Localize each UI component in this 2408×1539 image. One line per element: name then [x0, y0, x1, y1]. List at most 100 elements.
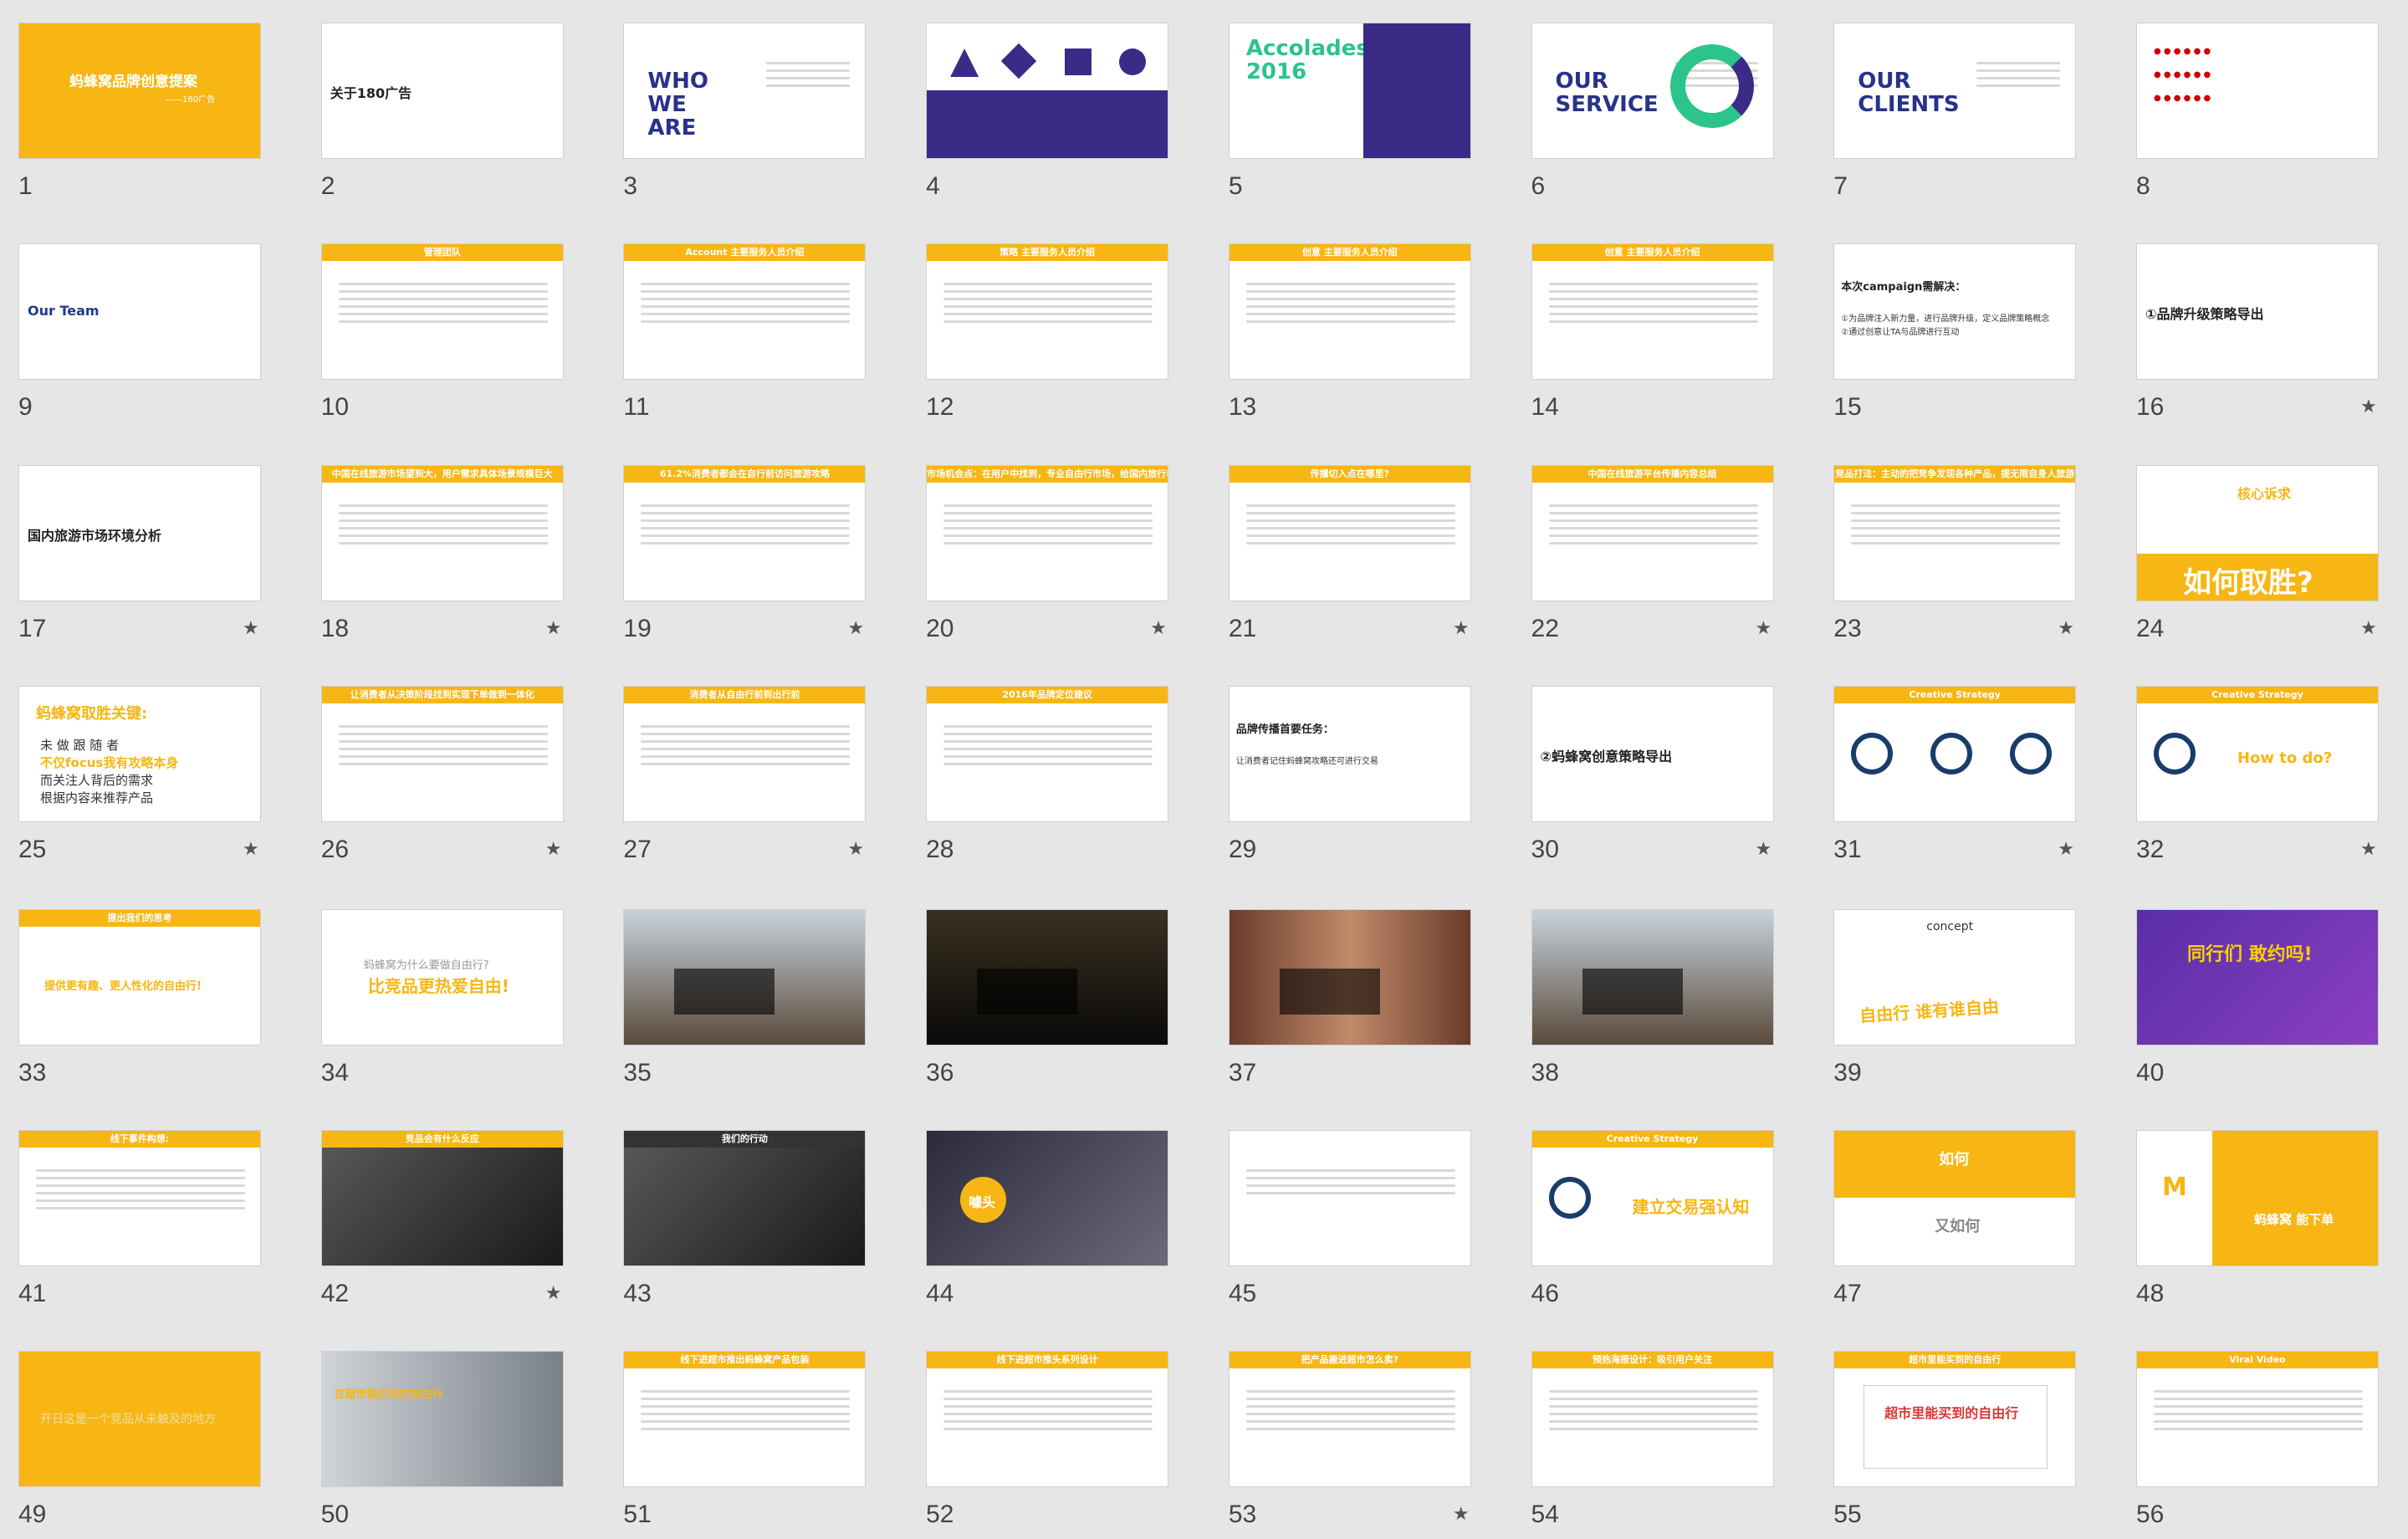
- slide-thumbnail-39[interactable]: concept 自由行 谁有谁自由 39: [1815, 887, 2118, 1108]
- slide-preview[interactable]: 2016年品牌定位建议: [926, 686, 1169, 823]
- slide-preview[interactable]: OUR SERVICE: [1531, 23, 1774, 159]
- slide-preview[interactable]: 61.2%消费者都会在自行前访问旅游攻略: [623, 464, 867, 601]
- slide-preview[interactable]: Creative Strategy 建立交易强认知: [1531, 1129, 1774, 1266]
- slide-preview[interactable]: 把产品搬进超市怎么卖?: [1228, 1351, 1471, 1488]
- slide-preview[interactable]: [926, 908, 1169, 1046]
- slide-thumbnail-46[interactable]: Creative Strategy 建立交易强认知 46: [1513, 1107, 1816, 1329]
- slide-preview[interactable]: [926, 23, 1169, 159]
- slide-thumbnail-37[interactable]: 37: [1210, 887, 1513, 1108]
- slide-thumbnail-19[interactable]: 61.2%消费者都会在自行前访问旅游攻略 19 ★: [605, 442, 907, 664]
- slide-preview[interactable]: 品牌传播首要任务： 让消费者记住蚂蜂窝攻略还可进行交易: [1228, 686, 1471, 823]
- slide-thumbnail-48[interactable]: M 蚂蜂窝 能下单 48: [2118, 1107, 2408, 1329]
- slide-preview[interactable]: 让消费者从决策阶段找到实现下单做到一体化: [320, 686, 564, 823]
- slide-preview[interactable]: 竞品会有什么反应: [320, 1129, 564, 1266]
- slide-thumbnail-29[interactable]: 品牌传播首要任务： 让消费者记住蚂蜂窝攻略还可进行交易 29: [1210, 663, 1513, 885]
- slide-preview[interactable]: 市场机会点：在用户中找到，专业自由行市场，给国内旅行者服务: [926, 464, 1169, 601]
- slide-preview[interactable]: 线下进超市推头系列设计: [926, 1351, 1169, 1488]
- slide-preview[interactable]: 本次campaign需解决： ①为品牌注入新力量，进行品牌升级，定义品牌策略概念…: [1833, 243, 2077, 381]
- slide-preview[interactable]: [623, 908, 867, 1046]
- slide-preview[interactable]: 线下事件构想:: [18, 1129, 261, 1266]
- slide-thumbnail-3[interactable]: WHO WE ARE 3: [605, 0, 907, 222]
- slide-preview[interactable]: 关于180广告: [320, 23, 564, 159]
- slide-thumbnail-7[interactable]: OUR CLIENTS 7: [1815, 0, 2118, 222]
- slide-thumbnail-38[interactable]: 38: [1513, 887, 1816, 1108]
- slide-preview[interactable]: 创意 主要服务人员介绍: [1531, 243, 1774, 381]
- slide-preview[interactable]: 创意 主要服务人员介绍: [1228, 243, 1471, 381]
- slide-thumbnail-15[interactable]: 本次campaign需解决： ①为品牌注入新力量，进行品牌升级，定义品牌策略概念…: [1815, 221, 2118, 442]
- slide-preview[interactable]: 竞品打法：主动的把竞争发现各种产品，提无限自身人旅游: [1833, 464, 2077, 601]
- slide-thumbnail-32[interactable]: Creative Strategy How to do? 32 ★: [2118, 663, 2408, 885]
- slide-thumbnail-22[interactable]: 中国在线旅游平台传播内容总结 22 ★: [1513, 442, 1816, 664]
- slide-thumbnail-10[interactable]: 管理团队 10: [303, 221, 606, 442]
- slide-thumbnail-36[interactable]: 36: [907, 887, 1210, 1108]
- slide-thumbnail-44[interactable]: 噱头 44: [907, 1107, 1210, 1329]
- slide-preview[interactable]: 如何 又如何: [1833, 1129, 2077, 1266]
- slide-thumbnail-16[interactable]: ①品牌升级策略导出 16 ★: [2118, 221, 2408, 442]
- slide-thumbnail-54[interactable]: 预热海报设计：吸引用户关注 54: [1513, 1328, 1816, 1539]
- slide-thumbnail-40[interactable]: 同行们 敢约吗! 40: [2118, 887, 2408, 1108]
- slide-thumbnail-43[interactable]: 我们的行动 43: [605, 1107, 907, 1329]
- slide-thumbnail-42[interactable]: 竞品会有什么反应 42 ★: [303, 1107, 606, 1329]
- slide-thumbnail-33[interactable]: 提出我们的思考 提供更有趣、更人性化的自由行! 33: [0, 887, 303, 1108]
- slide-preview[interactable]: Creative Strategy: [1833, 686, 2077, 823]
- slide-preview[interactable]: ①品牌升级策略导出: [2135, 243, 2379, 381]
- slide-preview[interactable]: ● ● ● ● ● ● ● ● ● ● ● ● ● ● ● ● ● ●: [2135, 23, 2379, 159]
- slide-preview[interactable]: concept 自由行 谁有谁自由: [1833, 908, 2077, 1046]
- slide-thumbnail-24[interactable]: 核心诉求 如何取胜? 24 ★: [2118, 442, 2408, 664]
- slide-thumbnail-34[interactable]: 蚂蜂窝为什么要做自由行? 比竞品更热爱自由! 34: [303, 887, 606, 1108]
- slide-preview[interactable]: Accolades 2016: [1228, 23, 1471, 159]
- slide-preview[interactable]: WHO WE ARE: [623, 23, 867, 159]
- slide-preview[interactable]: 提出我们的思考 提供更有趣、更人性化的自由行!: [18, 908, 261, 1046]
- slide-thumbnail-49[interactable]: 开日这是一个竞品从未触及的地方 49: [0, 1328, 303, 1539]
- slide-preview[interactable]: [1228, 908, 1471, 1046]
- slide-thumbnail-53[interactable]: 把产品搬进超市怎么卖? 53 ★: [1210, 1328, 1513, 1539]
- slide-thumbnail-8[interactable]: ● ● ● ● ● ● ● ● ● ● ● ● ● ● ● ● ● ● 8: [2118, 0, 2408, 222]
- slide-preview[interactable]: M 蚂蜂窝 能下单: [2135, 1129, 2379, 1266]
- slide-preview[interactable]: 策略 主要服务人员介绍: [926, 243, 1169, 381]
- slide-preview[interactable]: 中国在线旅游平台传播内容总结: [1531, 464, 1774, 601]
- slide-preview[interactable]: ②蚂蜂窝创意策略导出: [1531, 686, 1774, 823]
- slide-thumbnail-56[interactable]: Viral Video 56: [2118, 1328, 2408, 1539]
- slide-thumbnail-47[interactable]: 如何 又如何 47: [1815, 1107, 2118, 1329]
- slide-thumbnail-35[interactable]: 35: [605, 887, 907, 1108]
- slide-preview[interactable]: [1228, 1129, 1471, 1266]
- slide-preview[interactable]: 超市里能买到的自由行 超市里能买到的自由行: [1833, 1351, 2077, 1488]
- slide-thumbnail-2[interactable]: 关于180广告 2: [303, 0, 606, 222]
- slide-thumbnail-55[interactable]: 超市里能买到的自由行 超市里能买到的自由行 55: [1815, 1328, 2118, 1539]
- slide-thumbnail-45[interactable]: 45: [1210, 1107, 1513, 1329]
- slide-thumbnail-20[interactable]: 市场机会点：在用户中找到，专业自由行市场，给国内旅行者服务 20 ★: [907, 442, 1210, 664]
- slide-thumbnail-6[interactable]: OUR SERVICE 6: [1513, 0, 1816, 222]
- slide-preview[interactable]: Account 主要服务人员介绍: [623, 243, 867, 381]
- slide-preview[interactable]: Creative Strategy How to do?: [2135, 686, 2379, 823]
- slide-preview[interactable]: 国内旅游市场环境分析: [18, 464, 261, 601]
- slide-thumbnail-14[interactable]: 创意 主要服务人员介绍 14: [1513, 221, 1816, 442]
- slide-thumbnail-50[interactable]: 在超市能买到的自由行 50: [303, 1328, 606, 1539]
- slide-thumbnail-13[interactable]: 创意 主要服务人员介绍 13: [1210, 221, 1513, 442]
- slide-thumbnail-23[interactable]: 竞品打法：主动的把竞争发现各种产品，提无限自身人旅游 23 ★: [1815, 442, 2118, 664]
- slide-thumbnail-11[interactable]: Account 主要服务人员介绍 11: [605, 221, 907, 442]
- slide-preview[interactable]: 线下进超市推出蚂蜂窝产品包装: [623, 1351, 867, 1488]
- slide-preview[interactable]: 我们的行动: [623, 1129, 867, 1266]
- slide-thumbnail-41[interactable]: 线下事件构想: 41: [0, 1107, 303, 1329]
- slide-thumbnail-26[interactable]: 让消费者从决策阶段找到实现下单做到一体化 26 ★: [303, 663, 606, 885]
- slide-thumbnail-52[interactable]: 线下进超市推头系列设计 52: [907, 1328, 1210, 1539]
- slide-thumbnail-30[interactable]: ②蚂蜂窝创意策略导出 30 ★: [1513, 663, 1816, 885]
- slide-thumbnail-25[interactable]: 蚂蜂窝取胜关键: 未 做 跟 随 者 不仅focus我有攻略本身 而关注人背后的…: [0, 663, 303, 885]
- slide-thumbnail-9[interactable]: Our Team 9: [0, 221, 303, 442]
- slide-thumbnail-5[interactable]: Accolades 2016 5: [1210, 0, 1513, 222]
- slide-thumbnail-27[interactable]: 消费者从自由行前到出行前 27 ★: [605, 663, 907, 885]
- slide-preview[interactable]: 预热海报设计：吸引用户关注: [1531, 1351, 1774, 1488]
- slide-thumbnail-1[interactable]: 蚂蜂窝品牌创意提案 ——180广告 1: [0, 0, 303, 222]
- slide-preview[interactable]: 消费者从自由行前到出行前: [623, 686, 867, 823]
- slide-preview[interactable]: 在超市能买到的自由行: [320, 1351, 564, 1488]
- slide-preview[interactable]: Viral Video: [2135, 1351, 2379, 1488]
- slide-preview[interactable]: 蚂蜂窝取胜关键: 未 做 跟 随 者 不仅focus我有攻略本身 而关注人背后的…: [18, 686, 261, 823]
- slide-thumbnail-31[interactable]: Creative Strategy 31 ★: [1815, 663, 2118, 885]
- slide-preview[interactable]: 开日这是一个竞品从未触及的地方: [18, 1351, 261, 1488]
- slide-preview[interactable]: 噱头: [926, 1129, 1169, 1266]
- slide-preview[interactable]: 传播切入点在哪里?: [1228, 464, 1471, 601]
- slide-thumbnail-51[interactable]: 线下进超市推出蚂蜂窝产品包装 51: [605, 1328, 907, 1539]
- slide-preview[interactable]: 蚂蜂窝为什么要做自由行? 比竞品更热爱自由!: [320, 908, 564, 1046]
- slide-preview[interactable]: 管理团队: [320, 243, 564, 381]
- slide-preview[interactable]: Our Team: [18, 243, 261, 381]
